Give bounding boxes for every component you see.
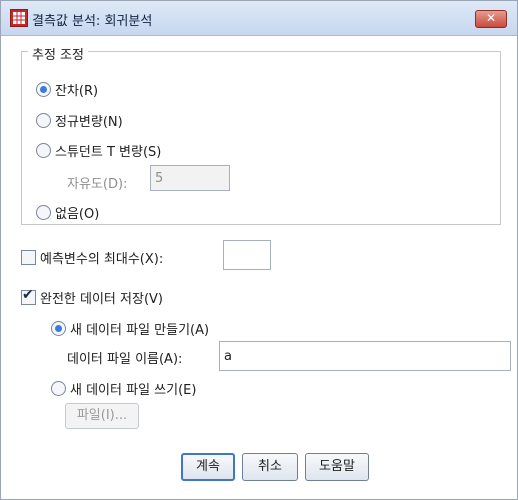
- normal-variate-label[interactable]: 정규변량(N): [55, 111, 123, 130]
- window-title: 결측값 분석: 회귀분석: [32, 14, 153, 29]
- estimation-adjustment-group: [21, 51, 501, 225]
- max-predictors-label[interactable]: 예측변수의 최대수(X):: [40, 248, 163, 267]
- title-bar: 결측값 분석: 회귀분석 ✕: [1, 1, 517, 36]
- close-button[interactable]: ✕: [475, 10, 507, 28]
- data-file-name-label: 데이터 파일 이름(A):: [67, 352, 183, 367]
- degrees-of-freedom-label: 자유도(D):: [67, 177, 128, 192]
- residual-label[interactable]: 잔차(R): [55, 80, 98, 99]
- continue-button[interactable]: 계속: [181, 453, 235, 481]
- missing-value-regression-dialog: 결측값 분석: 회귀분석 ✕ 추정 조정 잔차(R) 정규변량(N) 스튜던트 …: [0, 0, 518, 500]
- save-complete-data-label[interactable]: 완전한 데이터 저장(V): [40, 288, 163, 307]
- write-data-file-label[interactable]: 새 데이터 파일 쓰기(E): [70, 379, 196, 398]
- none-label[interactable]: 없음(O): [55, 203, 99, 222]
- max-predictors-checkbox[interactable]: [21, 250, 36, 265]
- new-data-file-radio[interactable]: [51, 321, 66, 336]
- none-radio[interactable]: [36, 205, 51, 220]
- student-t-radio[interactable]: [36, 143, 51, 158]
- normal-variate-radio[interactable]: [36, 113, 51, 128]
- max-predictors-field[interactable]: [223, 240, 271, 270]
- write-data-file-radio[interactable]: [51, 381, 66, 396]
- save-complete-data-checkbox[interactable]: [21, 287, 36, 305]
- close-icon[interactable]: ✕: [486, 11, 496, 25]
- degrees-of-freedom-field[interactable]: 5: [150, 165, 230, 191]
- new-data-file-label[interactable]: 새 데이터 파일 만들기(A): [70, 319, 209, 338]
- student-t-label[interactable]: 스튜던트 T 변량(S): [55, 141, 161, 160]
- data-file-name-field[interactable]: a: [219, 341, 511, 371]
- estimation-adjustment-legend: 추정 조정: [28, 44, 88, 63]
- residual-radio[interactable]: [36, 82, 51, 97]
- help-button[interactable]: 도움말: [305, 453, 369, 481]
- cancel-button[interactable]: 취소: [242, 453, 298, 481]
- file-button[interactable]: 파일(I)...: [65, 403, 139, 429]
- data-grid-icon: [10, 9, 28, 27]
